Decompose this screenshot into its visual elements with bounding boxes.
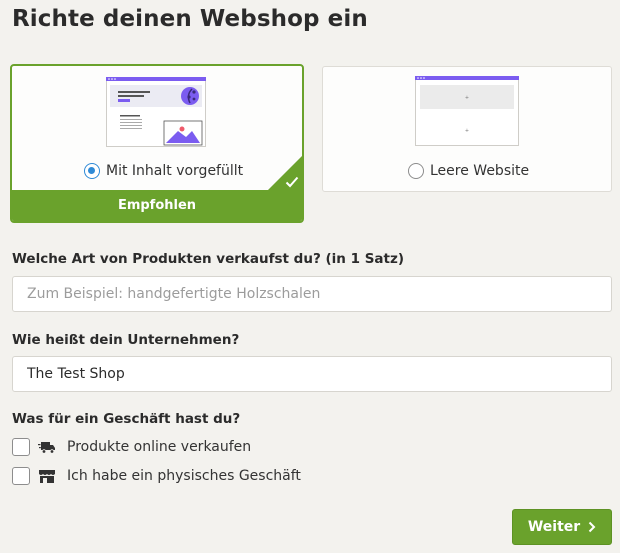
business-option-physical-label: Ich habe ein physisches Geschäft [67, 468, 301, 484]
empty-template-preview: + + [415, 76, 519, 146]
svg-text:+: + [465, 95, 469, 101]
option-card-empty[interactable]: + + Leere Website [322, 66, 612, 192]
next-button-label: Weiter [527, 519, 581, 535]
checkbox-online[interactable] [12, 438, 30, 456]
truck-icon [38, 442, 55, 454]
business-option-online-label: Produkte online verkaufen [67, 439, 252, 455]
next-button[interactable]: Weiter [512, 509, 612, 545]
radio-prefilled[interactable] [84, 163, 100, 179]
radio-prefilled-label: Mit Inhalt vorgefüllt [106, 163, 244, 179]
page-title: Richte deinen Webshop ein [12, 6, 368, 32]
radio-prefilled-row[interactable]: Mit Inhalt vorgefüllt [84, 163, 243, 179]
chevron-right-icon [588, 521, 596, 533]
products-question-label: Welche Art von Produkten verkaufst du? (… [12, 251, 405, 267]
radio-empty-row[interactable]: Leere Website [408, 163, 529, 179]
products-input[interactable] [12, 276, 612, 312]
prefilled-template-preview [106, 77, 206, 147]
business-option-physical[interactable]: Ich habe ein physisches Geschäft [12, 467, 301, 485]
svg-text:+: + [465, 128, 469, 134]
recommended-badge: Empfohlen [12, 190, 302, 221]
radio-empty[interactable] [408, 163, 424, 179]
business-type-label: Was für ein Geschäft hast du? [12, 411, 241, 427]
checkmark-icon [285, 176, 299, 188]
radio-empty-label: Leere Website [430, 163, 530, 179]
option-card-prefilled[interactable]: Mit Inhalt vorgefüllt Empfohlen [10, 64, 304, 223]
company-question-label: Wie heißt dein Unternehmen? [12, 332, 240, 348]
business-option-online[interactable]: Produkte online verkaufen [12, 438, 251, 456]
checkbox-physical[interactable] [12, 467, 30, 485]
store-icon [39, 470, 55, 483]
company-name-input[interactable] [12, 356, 612, 392]
